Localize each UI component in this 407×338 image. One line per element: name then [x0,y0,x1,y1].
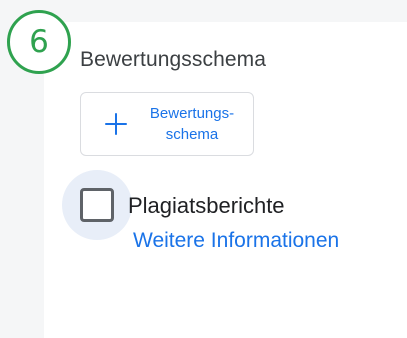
more-info-link[interactable]: Weitere Informationen [133,229,339,253]
add-rubric-button-label: Bewertungs- schema [149,105,235,143]
plus-icon [105,113,127,135]
plagiarism-report-label: Plagiatsberichte [128,193,285,218]
add-rubric-button[interactable]: Bewertungs- schema [80,92,254,156]
plagiarism-report-checkbox[interactable] [80,188,114,222]
step-number-badge: 6 [7,10,71,74]
rubric-section-title: Bewertungsschema [80,48,267,71]
step-number: 6 [29,24,49,60]
